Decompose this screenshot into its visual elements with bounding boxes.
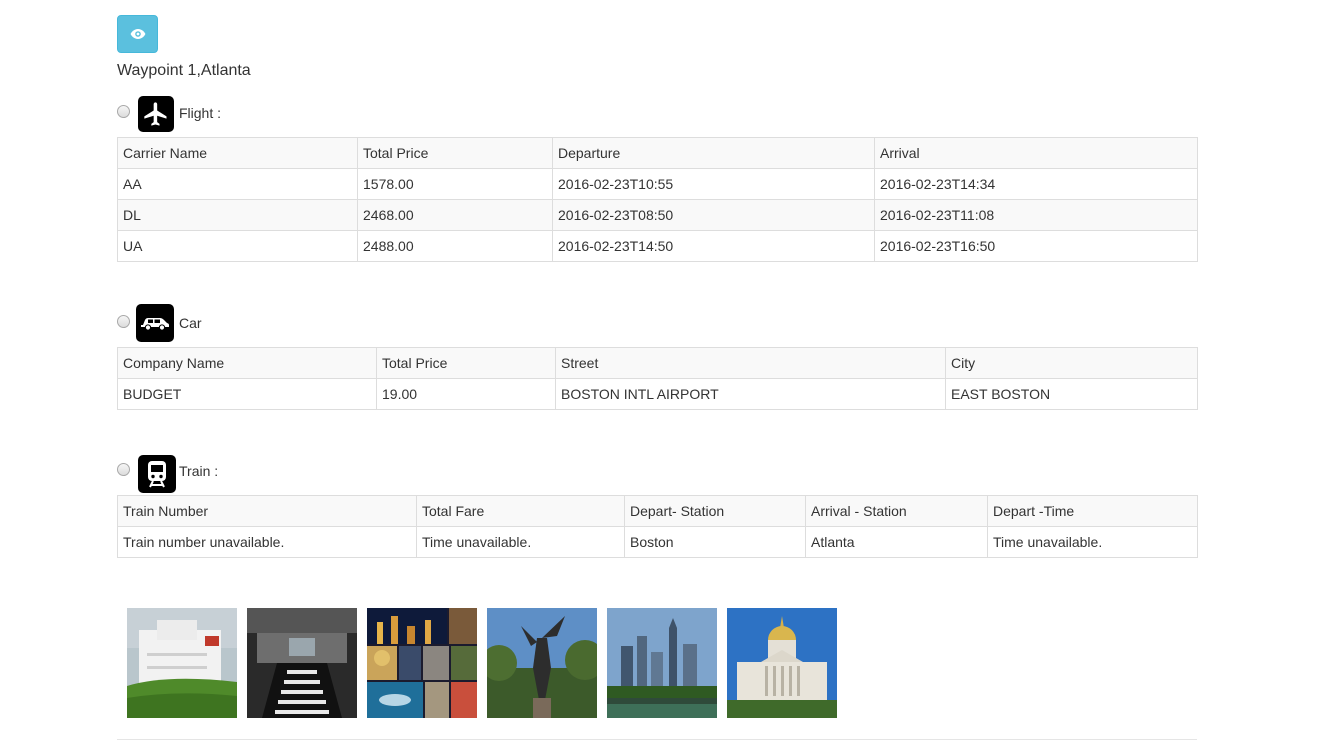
table-cell: 2016-02-23T16:50 [874, 230, 1198, 262]
car-label: Car [179, 315, 202, 331]
column-header: Total Price [357, 137, 553, 169]
column-header: Depart -Time [987, 495, 1198, 527]
table-cell: 2468.00 [357, 199, 553, 231]
museum-photo[interactable] [127, 608, 237, 718]
column-header: Street [555, 347, 946, 379]
column-header: Total Price [376, 347, 556, 379]
airplane-icon [138, 96, 174, 132]
table-cell: 2016-02-23T10:55 [552, 168, 875, 200]
table-row: UA 2488.00 2016-02-23T14:50 2016-02-23T1… [117, 230, 1198, 262]
column-header: Arrival [874, 137, 1198, 169]
train-radio[interactable] [117, 463, 130, 476]
flight-label: Flight : [179, 105, 222, 121]
eye-icon [130, 29, 145, 39]
bottom-divider [117, 739, 1197, 740]
table-header-row: Train Number Total Fare Depart- Station … [117, 495, 1198, 527]
column-header: Departure [552, 137, 875, 169]
table-header-row: Company Name Total Price Street City [117, 347, 1198, 379]
table-cell: 2016-02-23T11:08 [874, 199, 1198, 231]
column-header: Train Number [117, 495, 417, 527]
table-row: AA 1578.00 2016-02-23T10:55 2016-02-23T1… [117, 168, 1198, 200]
car-icon [136, 304, 174, 342]
table-cell: Atlanta [805, 526, 988, 558]
table-cell: 1578.00 [357, 168, 553, 200]
table-cell: 19.00 [376, 378, 556, 410]
car-table: Company Name Total Price Street City BUD… [117, 347, 1198, 410]
column-header: Arrival - Station [805, 495, 988, 527]
flight-radio[interactable] [117, 105, 130, 118]
table-row: DL 2468.00 2016-02-23T08:50 2016-02-23T1… [117, 199, 1198, 231]
flight-table: Carrier Name Total Price Departure Arriv… [117, 137, 1198, 262]
table-cell: EAST BOSTON [945, 378, 1198, 410]
table-cell: Time unavailable. [987, 526, 1198, 558]
table-row: Train number unavailable. Time unavailab… [117, 526, 1198, 558]
train-label: Train : [179, 463, 219, 479]
column-header: Total Fare [416, 495, 625, 527]
column-header: Carrier Name [117, 137, 358, 169]
car-radio[interactable] [117, 315, 130, 328]
table-row: BUDGET 19.00 BOSTON INTL AIRPORT EAST BO… [117, 378, 1198, 410]
view-button[interactable] [117, 15, 158, 53]
table-cell: AA [117, 168, 358, 200]
table-cell: 2016-02-23T14:34 [874, 168, 1198, 200]
table-cell: Time unavailable. [416, 526, 625, 558]
train-table: Train Number Total Fare Depart- Station … [117, 495, 1198, 558]
table-header-row: Carrier Name Total Price Departure Arriv… [117, 137, 1198, 169]
table-cell: 2016-02-23T08:50 [552, 199, 875, 231]
table-cell: UA [117, 230, 358, 262]
table-cell: BUDGET [117, 378, 377, 410]
table-cell: Train number unavailable. [117, 526, 417, 558]
table-cell: Boston [624, 526, 806, 558]
atlanta-collage-photo[interactable] [367, 608, 477, 718]
table-cell: BOSTON INTL AIRPORT [555, 378, 946, 410]
aquarium-escalator-photo[interactable] [247, 608, 357, 718]
statue-photo[interactable] [487, 608, 597, 718]
waypoint-title: Waypoint 1,Atlanta [117, 62, 251, 79]
column-header: City [945, 347, 1198, 379]
table-cell: 2488.00 [357, 230, 553, 262]
column-header: Company Name [117, 347, 377, 379]
table-cell: 2016-02-23T14:50 [552, 230, 875, 262]
column-header: Depart- Station [624, 495, 806, 527]
capitol-photo[interactable] [727, 608, 837, 718]
skyline-photo[interactable] [607, 608, 717, 718]
table-cell: DL [117, 199, 358, 231]
train-icon [138, 455, 176, 493]
